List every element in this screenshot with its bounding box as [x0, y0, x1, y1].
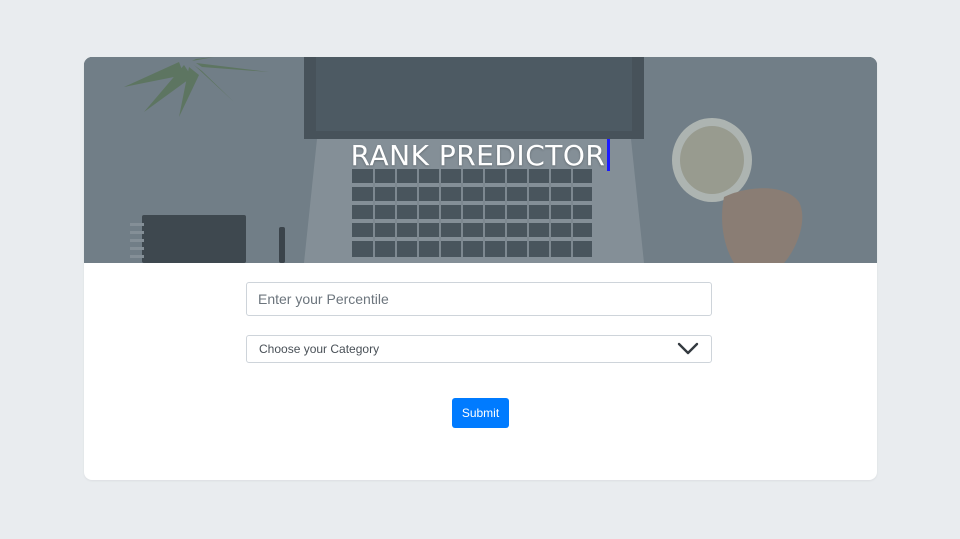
percentile-input[interactable] [246, 282, 712, 316]
category-select-value: Choose your Category [259, 342, 380, 356]
hero-banner: RANK PREDICTOR [84, 57, 877, 263]
title-text: RANK PREDICTOR [350, 139, 606, 172]
chevron-down-icon [677, 342, 699, 355]
predictor-card: RANK PREDICTOR Choose your Category Subm… [84, 57, 877, 480]
submit-button[interactable]: Submit [452, 398, 509, 428]
page-title: RANK PREDICTOR [84, 139, 877, 172]
category-select[interactable]: Choose your Category [246, 335, 712, 363]
text-cursor [607, 139, 611, 171]
